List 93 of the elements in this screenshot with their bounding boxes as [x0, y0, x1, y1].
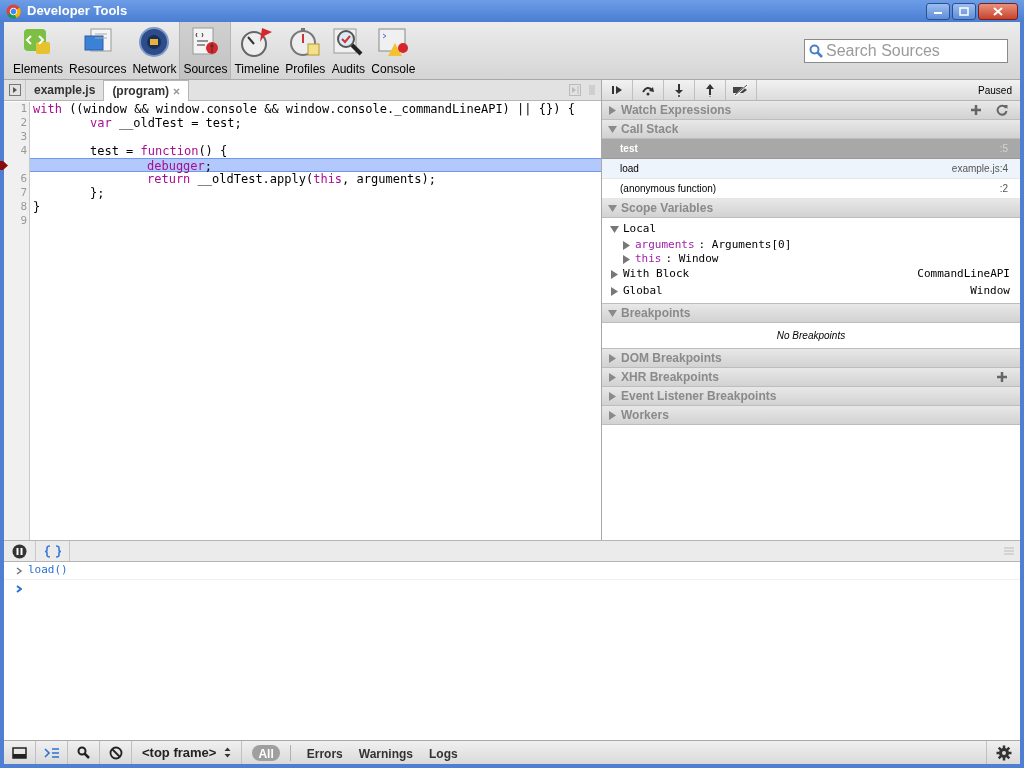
line-number: 2 — [20, 116, 27, 130]
line-number: 4 — [20, 144, 27, 158]
chevron-icon — [16, 566, 22, 575]
panel-tab[interactable]: Profiles — [282, 22, 329, 79]
frame-location: :2 — [999, 182, 1008, 196]
scope-name[interactable]: Local — [623, 221, 1010, 238]
code-line: var __oldTest = test; — [90, 116, 242, 130]
frame-name: load — [620, 162, 640, 176]
search-icon[interactable] — [77, 746, 90, 759]
panel-tab[interactable]: Audits — [328, 22, 369, 79]
dock-icon[interactable] — [12, 746, 27, 759]
code-line: with ((window && window.console && window.console._commandLineAPI) || {}) { — [33, 102, 575, 116]
frame-select[interactable]: <top frame> — [132, 741, 243, 764]
property-value: : Arguments[0] — [698, 236, 792, 253]
terminal-warning-icon — [376, 26, 411, 58]
code-line: test = function() { — [90, 144, 228, 158]
stopwatch-icon — [288, 26, 323, 58]
line-number: 7 — [20, 186, 27, 200]
scope-name[interactable]: With Block — [623, 266, 914, 283]
refresh-icon[interactable] — [996, 104, 1008, 116]
add-icon[interactable] — [996, 371, 1008, 383]
frame-name: (anonymous function) — [620, 182, 718, 196]
section-title: XHR Breakpoints — [621, 369, 721, 386]
filter-tab[interactable]: Errors — [300, 744, 349, 761]
console-drawer-icon[interactable] — [43, 746, 60, 759]
section-title: Workers — [621, 407, 670, 424]
collapsed-arrow-icon[interactable] — [608, 105, 617, 115]
line-number: 1 — [20, 102, 27, 116]
section-title: Watch Expressions — [621, 102, 733, 119]
window-title: Developer Tools — [27, 2, 129, 21]
section-title: Call Stack — [621, 121, 680, 138]
panel-tab[interactable]: Elements — [10, 22, 67, 79]
drag-handle-icon[interactable] — [1004, 547, 1014, 555]
step-into-icon[interactable] — [673, 83, 685, 97]
add-icon[interactable] — [970, 104, 982, 116]
empty-message: No Breakpoints — [776, 329, 846, 343]
filter-tab[interactable]: Warnings — [352, 744, 420, 761]
code-line: } — [33, 200, 41, 214]
panel-tab[interactable]: Resources — [66, 22, 130, 79]
scope-value: CommandLineAPI — [917, 266, 1010, 283]
code-line: return __oldTest.apply(this, arguments); — [147, 172, 436, 186]
section-title: Breakpoints — [621, 305, 692, 322]
maximize-button[interactable] — [952, 2, 976, 20]
file-tab[interactable]: (program) — [103, 80, 190, 101]
panel-tab[interactable]: Network — [129, 22, 180, 79]
panel-tab[interactable]: Timeline — [231, 22, 283, 79]
frame-name: test — [620, 142, 639, 156]
console-command-text: load() — [28, 562, 68, 579]
filter-tab[interactable]: Logs — [423, 744, 464, 761]
close-button[interactable] — [978, 2, 1018, 20]
close-icon — [993, 6, 1003, 16]
clear-icon[interactable] — [108, 745, 123, 760]
toggle-navigator-icon[interactable] — [8, 84, 21, 96]
settings-icon[interactable] — [995, 744, 1012, 761]
deactivate-breakpoints-icon[interactable] — [731, 84, 751, 96]
pause-icon[interactable] — [12, 543, 27, 559]
line-number: 6 — [20, 172, 27, 186]
braces-icon[interactable] — [43, 544, 62, 558]
maximize-icon — [959, 6, 969, 16]
line-number: 9 — [20, 214, 27, 228]
toggle-sidebar-icon[interactable] — [569, 84, 581, 96]
expanded-arrow-icon[interactable] — [608, 203, 617, 213]
step-over-icon[interactable] — [641, 84, 655, 96]
section-title: Event Listener Breakpoints — [621, 388, 778, 405]
step-out-icon[interactable] — [704, 83, 716, 97]
file-tab[interactable]: example.js — [26, 80, 104, 100]
code-line: debugger; — [147, 159, 213, 173]
close-icon[interactable] — [173, 87, 181, 95]
prompt-icon[interactable] — [16, 585, 22, 593]
section-title: Scope Variables — [621, 200, 715, 217]
expanded-arrow-icon[interactable] — [608, 308, 617, 318]
frame-location: example.js:4 — [951, 162, 1008, 176]
line-number: 3 — [20, 130, 27, 144]
code-line: }; — [90, 186, 105, 200]
line-number: 8 — [20, 200, 27, 214]
call-stack-frame[interactable]: load example.js:4 — [602, 159, 1020, 179]
panel-tab[interactable]: Console — [368, 22, 419, 79]
app-logo-icon — [6, 3, 21, 19]
stopwatch-flag-icon — [239, 26, 274, 58]
breakpoint-marker-icon[interactable] — [0, 159, 8, 171]
resume-icon[interactable] — [611, 84, 623, 96]
expanded-arrow-icon[interactable] — [608, 124, 617, 134]
select-arrows-icon — [224, 747, 232, 758]
search-icon — [809, 43, 823, 58]
minimize-button[interactable] — [926, 2, 950, 20]
scope-value: Window — [970, 283, 1010, 300]
file-name: (program) — [112, 83, 170, 100]
debugger-status: Paused — [978, 83, 1013, 98]
expanded-arrow-icon[interactable] — [610, 225, 619, 234]
file-name: example.js — [34, 82, 96, 99]
section-title: DOM Breakpoints — [621, 350, 723, 367]
panel-tab[interactable]: Sources — [179, 22, 232, 79]
scope-name[interactable]: Global — [623, 283, 967, 300]
